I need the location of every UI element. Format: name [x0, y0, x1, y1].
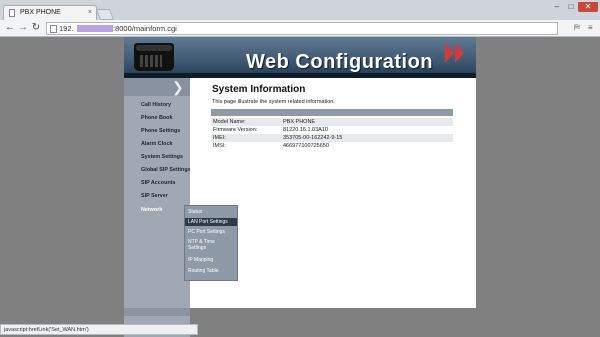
- redacted-address: [77, 25, 113, 32]
- sidebar: ❯ Call History Phone Book Phone Settings…: [124, 78, 191, 337]
- row-label: IMSI:: [213, 143, 226, 149]
- minimize-button[interactable]: –: [550, 2, 564, 12]
- page-icon: [9, 9, 15, 17]
- phone-logo-icon: [134, 43, 174, 71]
- sidebar-item-global-sip-settings[interactable]: Global SIP Settings: [141, 167, 191, 173]
- back-icon[interactable]: ←: [4, 22, 16, 34]
- url-host: 192.: [59, 24, 74, 33]
- page-description: This page illustrate the system related …: [212, 99, 335, 105]
- browser-toolbar: ← → ↻ 192. :8000/mainform.cgi ⛿ ≡: [0, 20, 600, 37]
- browser-chrome: PBX PHONE × – □ ✕ ← → ↻ 192. :8000/mainf…: [0, 0, 600, 37]
- row-value: PBX PHONE: [283, 119, 316, 125]
- sidebar-header: ❯: [124, 78, 190, 96]
- row-label: Firmware Version:: [213, 127, 258, 133]
- sidebar-item-network[interactable]: Network: [141, 207, 162, 213]
- chevron-right-icon: [445, 43, 454, 63]
- submenu-item-status[interactable]: Status: [185, 209, 237, 215]
- url-path: :8000/mainform.cgi: [113, 24, 177, 33]
- table-row: IMEI: 353705-00-162242-9-15: [211, 134, 453, 142]
- sidebar-item-phone-settings[interactable]: Phone Settings: [141, 128, 180, 134]
- chevron-right-icon: ❯: [172, 79, 184, 95]
- table-row: IMSI: 466977100725650: [211, 142, 453, 150]
- sidebar-item-alarm-clock[interactable]: Alarm Clock: [141, 141, 172, 147]
- header-banner: Web Configuration: [124, 37, 476, 78]
- table-header: [211, 109, 453, 116]
- sidebar-item-call-history[interactable]: Call History: [141, 102, 171, 108]
- maximize-button[interactable]: □: [564, 2, 578, 12]
- row-value: 81220.16.1.03A10: [283, 127, 328, 133]
- tab-title: PBX PHONE: [20, 9, 61, 16]
- submenu-item-pc-port-settings[interactable]: PC Port Settings: [185, 229, 237, 235]
- network-submenu: Status LAN Port Settings PC Port Setting…: [184, 205, 238, 281]
- forward-icon[interactable]: →: [17, 22, 29, 34]
- page-header-title: Web Configuration: [246, 51, 433, 73]
- submenu-item-routing-table[interactable]: Routing Table: [185, 268, 237, 274]
- sidebar-item-phone-book[interactable]: Phone Book: [141, 115, 172, 121]
- row-value: 353705-00-162242-9-15: [283, 135, 343, 141]
- browser-status-bar: javascript:hrefLink('Set_WAN.htm'): [0, 324, 198, 335]
- sidebar-item-sip-server[interactable]: SIP Server: [141, 193, 168, 199]
- sidebar-item-sip-accounts[interactable]: SIP Accounts: [141, 180, 175, 186]
- close-window-button[interactable]: ✕: [578, 2, 598, 12]
- table-row: Firmware Version: 81220.16.1.03A10: [211, 126, 453, 134]
- page-viewport: Web Configuration ❯ Call History Phone B…: [0, 37, 600, 337]
- chevron-right-icon: [455, 43, 464, 63]
- submenu-item-ntp-time-settings[interactable]: Settings: [185, 245, 237, 251]
- new-tab-button[interactable]: [95, 9, 115, 20]
- submenu-item-ip-mapping[interactable]: IP Mapping: [185, 257, 237, 263]
- sidebar-item-system-settings[interactable]: System Settings: [141, 154, 183, 160]
- reload-icon[interactable]: ↻: [30, 22, 42, 34]
- page-title: System Information: [212, 84, 306, 95]
- submenu-item-lan-port-settings[interactable]: LAN Port Settings: [185, 218, 237, 226]
- table-row: Model Name: PBX PHONE: [211, 118, 453, 126]
- translate-icon[interactable]: ⛿: [574, 22, 580, 34]
- page-info-icon[interactable]: [50, 25, 57, 33]
- row-value: 466977100725650: [283, 143, 329, 149]
- address-bar[interactable]: 192. :8000/mainform.cgi: [46, 22, 558, 35]
- row-label: Model Name:: [213, 119, 246, 125]
- tab-close-icon[interactable]: ×: [88, 6, 92, 20]
- menu-icon[interactable]: ≡: [588, 22, 593, 34]
- browser-tab[interactable]: PBX PHONE ×: [3, 5, 97, 20]
- row-label: IMEI:: [213, 135, 226, 141]
